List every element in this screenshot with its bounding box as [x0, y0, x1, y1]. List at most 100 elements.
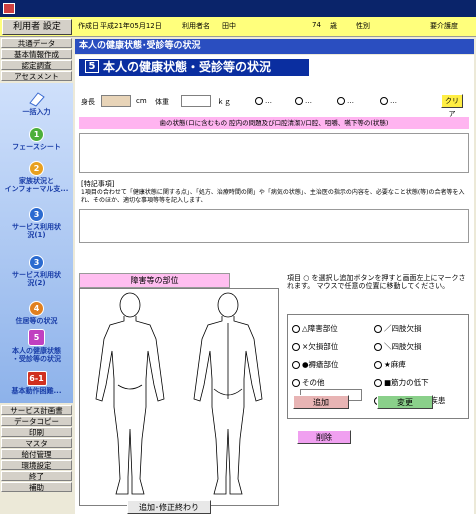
gender-label: 性別	[356, 22, 370, 30]
weight-input[interactable]	[181, 95, 211, 107]
sidebar-item-certification[interactable]: 認定調査	[1, 60, 72, 70]
radio-icon	[374, 343, 382, 351]
height-unit: cm	[136, 97, 147, 105]
dental-status-textarea[interactable]	[79, 133, 469, 173]
height-input[interactable]	[101, 95, 131, 107]
special-notes-label: [特記事項]	[81, 180, 115, 188]
step-label: サービス利用状 況(2)	[12, 271, 61, 287]
step-service-use-1[interactable]: 3 サービス利用状 況(1)	[0, 207, 73, 239]
option-limb-missing-2[interactable]: ＼四肢欠損	[374, 341, 422, 352]
step-label: 住居等の状況	[15, 317, 58, 325]
step-label: 一括入力	[22, 108, 51, 116]
option-muscle-weakness[interactable]: ■筋力の低下	[374, 377, 429, 388]
radio-icon	[292, 361, 300, 369]
user-name: 田中	[222, 22, 236, 30]
radio-icon	[380, 97, 388, 105]
body-outline-icon	[95, 292, 263, 495]
option-other[interactable]: その他	[292, 377, 325, 388]
radio-icon	[374, 325, 382, 333]
step-badge-icon: 5	[28, 329, 45, 346]
step-badge-icon: 6-1	[26, 371, 47, 386]
step-face-sheet[interactable]: 1 フェースシート	[0, 127, 73, 151]
main-area: 本人の健康状態･受診等の状況 5 本人の健康状態・受診等の状況 身長 cm 体重 …	[73, 37, 476, 514]
special-notes-text: 1項目の合わせて「健康状態に関する点」、「処方、治療時間の関」や「病気の状態」、…	[81, 189, 465, 204]
assessment-steps-panel: 一括入力 1 フェースシート 2 家族状況と インフォーマル支... 3 サービ…	[0, 83, 73, 403]
window-title-bar	[0, 0, 476, 17]
radio-icon	[337, 97, 345, 105]
clear-button[interactable]: クリア	[441, 94, 463, 118]
section-number: 5	[85, 60, 99, 73]
step-badge-icon: 1	[29, 127, 44, 142]
dental-radio-4[interactable]: …	[380, 97, 397, 105]
sidebar-item-help[interactable]: 補助	[1, 482, 72, 492]
sidebar-item-service-plan[interactable]: サービス計画書	[1, 405, 72, 415]
section-title: 5 本人の健康状態・受診等の状況	[79, 59, 309, 76]
dental-radio-1[interactable]: …	[255, 97, 272, 105]
user-name-label: 利用者名	[182, 22, 210, 30]
step-badge-icon: 4	[29, 301, 44, 316]
sidebar: 共通データ 基本情報作成 認定調査 アセスメント 一括入力 1 フェースシート …	[0, 37, 73, 514]
page-header: 本人の健康状態･受診等の状況	[75, 39, 474, 54]
app-icon	[3, 3, 15, 14]
step-badge-icon: 3	[29, 255, 44, 270]
body-parts-title: 障害等の部位	[79, 273, 230, 288]
radio-icon	[255, 97, 263, 105]
radio-icon	[292, 325, 300, 333]
body-diagram[interactable]	[79, 288, 279, 506]
dental-status-bar: 歯の状態(ロに含むもの 腔内の問題及び口腔清潔)/口腔、咀嚼、嚥下等の(状態)	[79, 117, 469, 129]
content-panel: 5 本人の健康状態・受診等の状況 身長 cm 体重 ｋｇ … … … … クリア …	[75, 55, 474, 514]
instruction-text: 項目 ○ を選択し追加ボタンを押すと画面左上にマークされます。 マウスで任意の位…	[287, 274, 466, 290]
step-service-use-2[interactable]: 3 サービス利用状 況(2)	[0, 255, 73, 287]
age-value: 74	[312, 21, 321, 29]
special-notes-textarea[interactable]	[79, 209, 469, 243]
dental-radio-2[interactable]: …	[295, 97, 312, 105]
weight-unit: ｋｇ	[217, 98, 231, 106]
care-level-label: 要介護度	[430, 22, 458, 30]
bulk-input-icon	[28, 91, 46, 107]
info-bar: 利用者 設定 作成日 平成21年05月12日 利用者名 田中 74 歳 性別 要…	[0, 17, 476, 37]
step-label: フェースシート	[12, 143, 61, 151]
height-label: 身長	[81, 98, 95, 106]
radio-icon	[292, 343, 300, 351]
delete-button[interactable]: 削除	[297, 430, 351, 444]
step-family[interactable]: 2 家族状況と インフォーマル支...	[0, 161, 73, 193]
step-label: 基本動作困難...	[11, 387, 62, 395]
sidebar-item-common-data[interactable]: 共通データ	[1, 38, 72, 48]
option-limb-missing-1[interactable]: ／四肢欠損	[374, 323, 422, 334]
sidebar-item-assessment[interactable]: アセスメント	[1, 71, 72, 81]
age-unit: 歳	[330, 22, 337, 30]
sidebar-item-exit[interactable]: 終了	[1, 471, 72, 481]
radio-icon	[374, 361, 382, 369]
step-badge-icon: 3	[29, 207, 44, 222]
step-bulk-input[interactable]: 一括入力	[0, 91, 73, 116]
step-basic-movement[interactable]: 6-1 基本動作困難...	[0, 371, 73, 395]
section-title-text: 本人の健康状態・受診等の状況	[103, 60, 272, 74]
created-label: 作成日	[78, 22, 99, 30]
add-button[interactable]: 追加	[293, 395, 349, 409]
sidebar-item-settings[interactable]: 環境設定	[1, 460, 72, 470]
sidebar-item-master[interactable]: マスタ	[1, 438, 72, 448]
step-label: サービス利用状 況(1)	[12, 223, 61, 239]
radio-icon	[292, 379, 300, 387]
sidebar-item-data-copy[interactable]: データコピー	[1, 416, 72, 426]
option-missing-area[interactable]: ×欠損部位	[292, 341, 338, 352]
dental-radio-3[interactable]: …	[337, 97, 354, 105]
radio-icon	[374, 379, 382, 387]
change-button[interactable]: 変更	[377, 395, 433, 409]
created-date: 平成21年05月12日	[100, 22, 162, 30]
user-setting-button[interactable]: 利用者 設定	[2, 19, 72, 35]
sidebar-item-basic-info[interactable]: 基本情報作成	[1, 49, 72, 59]
step-label: 家族状況と インフォーマル支...	[4, 177, 69, 193]
option-paralysis[interactable]: ★麻痺	[374, 359, 406, 370]
step-residence[interactable]: 4 住居等の状況	[0, 301, 73, 325]
finish-button[interactable]: 追加･修正終わり	[127, 500, 211, 514]
step-label: 本人の健康状態 ・受診等の状況	[12, 347, 61, 363]
option-pressure-sore[interactable]: ●褥瘡部位	[292, 359, 339, 370]
radio-icon	[295, 97, 303, 105]
step-badge-icon: 2	[29, 161, 44, 176]
sidebar-item-billing[interactable]: 給付管理	[1, 449, 72, 459]
weight-label: 体重	[155, 98, 169, 106]
sidebar-item-print[interactable]: 印刷	[1, 427, 72, 437]
step-health-status[interactable]: 5 本人の健康状態 ・受診等の状況	[0, 329, 73, 363]
option-damage-area[interactable]: △障害部位	[292, 323, 338, 334]
